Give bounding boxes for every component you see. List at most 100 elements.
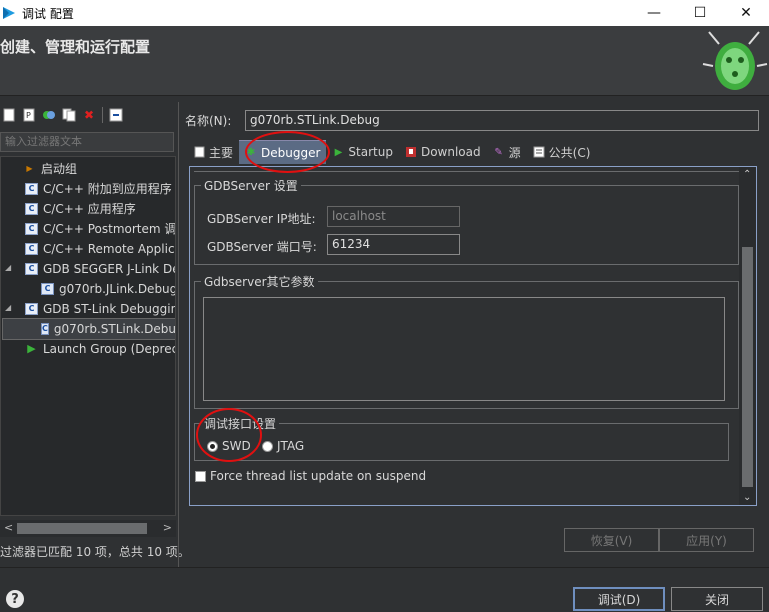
force-thread-update-checkbox[interactable]: Force thread list update on suspend <box>195 469 426 483</box>
divider <box>194 171 739 172</box>
launch-icon: ▶ <box>27 342 36 355</box>
svg-text:P: P <box>26 111 31 120</box>
tab-label: 主要 <box>209 145 234 160</box>
filter-status: 过滤器已匹配 10 项，总共 10 项。 <box>0 545 190 559</box>
expand-arrow-icon[interactable]: ◢ <box>5 263 11 272</box>
new-prototype-icon[interactable]: P <box>22 108 36 122</box>
tree-item-c-app[interactable]: C C/C++ 应用程序 <box>25 199 136 219</box>
startup-tab-icon: ▶ <box>334 146 343 158</box>
close-button[interactable]: 关闭 <box>671 587 763 611</box>
tree-item-jlink-debug[interactable]: C g070rb.JLink.Debug <box>41 279 176 299</box>
filter-input[interactable]: 输入过滤器文本 <box>0 132 174 152</box>
tab-main[interactable]: 主要 <box>187 140 239 164</box>
tab-common[interactable]: 公共(C) <box>527 140 597 164</box>
tab-startup[interactable]: ▶ Startup <box>326 140 399 164</box>
c-config-icon: C <box>41 323 49 335</box>
tab-label: Download <box>420 145 481 159</box>
tree-horizontal-scrollbar[interactable]: < > <box>0 520 176 537</box>
swd-label: SWD <box>222 439 251 453</box>
tree-item-label: GDB ST-Link Debugging <box>43 302 176 316</box>
tree-item-launch-group[interactable]: ▶ 启动组 <box>23 159 77 179</box>
new-config-icon[interactable] <box>2 108 16 122</box>
tab-download[interactable]: Download <box>399 140 487 164</box>
tree-item-label: C/C++ Remote Application <box>43 242 175 256</box>
config-tree: ▶ 启动组 C C/C++ 附加到应用程序 C C/C++ 应用程序 C C/C… <box>0 156 176 516</box>
tree-item-stlink[interactable]: C GDB ST-Link Debugging <box>25 299 176 319</box>
toolbar-divider <box>102 107 103 123</box>
tree-item-label: C/C++ 应用程序 <box>43 202 136 216</box>
config-toolbar: P ✖ <box>0 102 176 128</box>
scroll-thumb[interactable] <box>17 523 147 534</box>
window-titlebar: 调试 配置 — ☐ ✕ <box>0 0 769 26</box>
gdbserver-ip-label: GDBServer IP地址: <box>207 212 316 226</box>
other-params-textarea[interactable] <box>203 297 725 401</box>
tree-item-c-attach[interactable]: C C/C++ 附加到应用程序 <box>25 179 172 199</box>
minimize-button[interactable]: — <box>631 0 677 26</box>
c-config-icon: C <box>25 183 38 195</box>
c-config-icon: C <box>41 283 54 295</box>
help-icon[interactable]: ? <box>6 590 24 608</box>
banner-heading: 创建、管理和运行配置 <box>0 38 151 56</box>
debugger-tab-content: GDBServer 设置 GDBServer IP地址: localhost G… <box>189 166 757 506</box>
tab-label: 公共(C) <box>548 145 591 160</box>
debug-interface-group: 调试接口设置 <box>194 415 729 461</box>
c-config-icon: C <box>25 203 38 215</box>
config-name-input[interactable]: g070rb.STLink.Debug <box>245 110 759 131</box>
tab-label: Startup <box>348 145 393 159</box>
maximize-button[interactable]: ☐ <box>677 0 723 26</box>
jtag-radio[interactable]: JTAG <box>262 439 304 453</box>
tree-item-label: g070rb.STLink.Debug <box>53 322 176 336</box>
source-tab-icon: ✎ <box>494 146 503 158</box>
tree-item-c-postmortem[interactable]: C C/C++ Postmortem 调试器 <box>25 219 175 239</box>
export-config-icon[interactable] <box>42 108 56 122</box>
config-editor-pane: 名称(N): g070rb.STLink.Debug 主要 ✱ Debugger… <box>178 102 769 567</box>
debugger-tab-icon: ✱ <box>246 147 256 158</box>
tree-item-c-remote[interactable]: C C/C++ Remote Application <box>25 239 175 259</box>
tab-debugger[interactable]: ✱ Debugger <box>239 140 327 164</box>
window-title: 调试 配置 <box>22 6 74 21</box>
debug-button[interactable]: 调试(D) <box>573 587 665 611</box>
tree-item-label: C/C++ 附加到应用程序 <box>43 182 172 196</box>
config-tabs: 主要 ✱ Debugger ▶ Startup Download ✎ 源 公共(… <box>187 140 596 164</box>
main-tab-icon <box>193 146 205 158</box>
scroll-down-icon[interactable]: ⌄ <box>743 492 751 503</box>
tree-item-launch-deprecated[interactable]: ▶ Launch Group (Deprecated) <box>25 339 175 359</box>
gdbserver-port-input[interactable]: 61234 <box>327 234 460 255</box>
config-list-pane: P ✖ 输入过滤器文本 ▶ 启动组 C C/C++ 附加到应用程序 C C/C+… <box>0 102 190 567</box>
tree-item-jlink[interactable]: C GDB SEGGER J-Link Debugging <box>25 259 175 279</box>
c-config-icon: C <box>25 243 38 255</box>
app-icon <box>3 7 15 19</box>
tab-source[interactable]: ✎ 源 <box>487 140 527 164</box>
collapse-all-icon[interactable] <box>109 108 123 122</box>
jtag-label: JTAG <box>277 439 305 453</box>
gdbserver-settings-legend: GDBServer 设置 <box>204 179 298 193</box>
dialog-footer: ? 调试(D) 关闭 <box>0 567 769 612</box>
force-thread-label: Force thread list update on suspend <box>210 469 427 483</box>
swd-radio[interactable]: SWD <box>207 439 251 453</box>
scroll-right-icon[interactable]: > <box>163 521 172 534</box>
expand-arrow-icon[interactable]: ◢ <box>5 303 11 312</box>
c-config-icon: C <box>25 303 38 315</box>
common-tab-icon <box>533 146 545 158</box>
tree-item-label: Launch Group (Deprecated) <box>43 342 175 356</box>
tree-item-label: g070rb.JLink.Debug <box>59 282 176 296</box>
tab-label: 源 <box>508 145 521 160</box>
tree-item-label: GDB SEGGER J-Link Debugging <box>43 262 175 276</box>
scroll-thumb[interactable] <box>742 247 753 487</box>
duplicate-config-icon[interactable] <box>62 108 76 122</box>
scroll-left-icon[interactable]: < <box>4 521 13 534</box>
c-config-icon: C <box>25 223 38 235</box>
revert-button[interactable]: 恢复(V) <box>564 528 659 552</box>
apply-button[interactable]: 应用(Y) <box>659 528 754 552</box>
radio-unselected-icon <box>262 440 273 452</box>
scroll-up-icon[interactable]: ⌃ <box>743 169 751 180</box>
tree-item-stlink-debug[interactable]: C g070rb.STLink.Debug <box>2 318 176 340</box>
delete-config-icon[interactable]: ✖ <box>82 108 96 122</box>
radio-selected-icon <box>207 440 218 452</box>
gdbserver-ip-input[interactable]: localhost <box>327 206 460 227</box>
name-label: 名称(N): <box>185 114 232 128</box>
tree-item-label: 启动组 <box>41 162 78 176</box>
close-window-button[interactable]: ✕ <box>723 0 769 26</box>
checkbox-icon <box>195 470 206 482</box>
content-vertical-scrollbar[interactable]: ⌃ ⌄ <box>739 167 756 505</box>
